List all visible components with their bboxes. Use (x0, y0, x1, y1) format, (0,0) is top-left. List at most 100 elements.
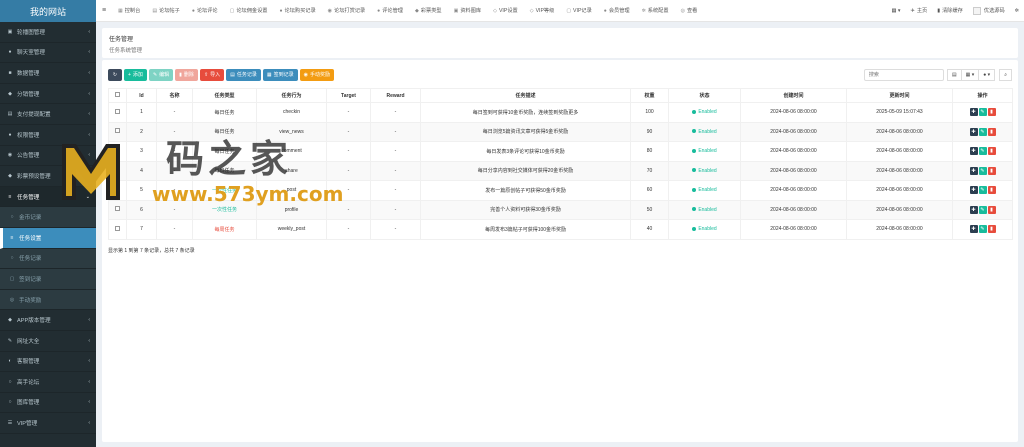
row-checkbox-cell[interactable] (108, 219, 127, 240)
nav-tab[interactable]: ● 论坛购买记录 (273, 0, 321, 22)
settings-icon[interactable]: ✲ (1010, 8, 1024, 14)
drag-handle-icon[interactable]: ✚ (969, 147, 978, 156)
row-delete-button[interactable]: ▮ (987, 225, 996, 234)
edit-button[interactable]: ✎ 编辑 (148, 68, 174, 81)
task-record-button[interactable]: ▤ 任务记录 (226, 68, 261, 81)
sidebar-item[interactable]: ○ 金币记录 (0, 207, 96, 228)
nav-tab[interactable]: ◎ 查看 (675, 0, 704, 22)
sidebar-item[interactable]: ▤ 支付提现配置 ‹ (0, 104, 96, 125)
nav-tab[interactable]: ▢ VIP记录 (560, 0, 597, 22)
sidebar-toggle-icon[interactable]: ≡ (96, 7, 112, 14)
status-badge[interactable]: Enabled (668, 180, 741, 201)
search-input[interactable] (863, 68, 944, 81)
status-badge[interactable]: Enabled (668, 199, 741, 220)
sidebar-item[interactable]: ○ 图库管理 ‹ (0, 393, 96, 414)
row-delete-button[interactable]: ▮ (987, 147, 996, 156)
status-badge[interactable]: Enabled (668, 102, 741, 123)
calendar-icon: ▦ (266, 71, 272, 78)
sidebar-item[interactable]: ◆ APP版本管理 ‹ (0, 310, 96, 331)
nav-tab[interactable]: ◇ VIP设置 (487, 0, 524, 22)
columns-icon: ▦ ▾ (965, 71, 975, 78)
sidebar-item[interactable]: ▣ 轮播图管理 ‹ (0, 22, 96, 43)
toggle-view-button[interactable]: ▤ (946, 68, 962, 81)
row-checkbox[interactable] (115, 206, 120, 212)
grid-menu-icon[interactable]: ▦ ▾ (887, 8, 906, 14)
sidebar-item[interactable]: ○ 高手论坛 ‹ (0, 372, 96, 393)
select-all-checkbox[interactable] (108, 88, 127, 103)
share-icon: ◆ (8, 90, 12, 97)
add-button[interactable]: + 添加 (124, 68, 147, 81)
sign-icon: ▢ (9, 275, 15, 282)
drag-handle-icon[interactable]: ✚ (969, 225, 978, 234)
row-checkbox[interactable] (115, 128, 120, 134)
status-badge[interactable]: Enabled (668, 121, 741, 142)
nav-tab[interactable]: ● 会员管理 (598, 0, 636, 22)
nav-tab[interactable]: ▦ 控制台 (112, 0, 146, 22)
import-button[interactable]: ⇪ 导入 (199, 68, 225, 81)
status-badge[interactable]: Enabled (668, 219, 741, 240)
home-icon: ✈ (910, 7, 915, 14)
delete-button[interactable]: ▮ 删除 (175, 68, 198, 81)
row-checkbox[interactable] (115, 108, 120, 114)
cell-type[interactable]: 每日任务 (192, 102, 257, 123)
brand[interactable]: 我的网站 (0, 0, 96, 22)
row-checkbox[interactable] (115, 225, 120, 231)
nav-tab[interactable]: ✲ 系统配置 (636, 0, 675, 22)
row-delete-button[interactable]: ▮ (987, 186, 996, 195)
row-delete-button[interactable]: ▮ (987, 205, 996, 214)
home-link[interactable]: ✈ 主页 (906, 7, 933, 15)
cell-name: - (156, 102, 193, 123)
drag-handle-icon[interactable]: ✚ (969, 205, 978, 214)
row-edit-button[interactable]: ✎ (978, 108, 987, 117)
drag-handle-icon[interactable]: ✚ (969, 186, 978, 195)
search-button[interactable]: ⌕ (999, 68, 1012, 81)
cell-type[interactable]: 每周任务 (192, 219, 257, 240)
drag-handle-icon[interactable]: ✚ (969, 108, 978, 117)
status-dot-icon (692, 168, 697, 173)
drag-handle-icon[interactable]: ✚ (969, 127, 978, 136)
cell-ops: ✚ ✎ ▮ (952, 121, 1013, 142)
sidebar-item[interactable]: ■ 数据管理 ‹ (0, 63, 96, 84)
user-menu[interactable]: 优选源码 (968, 6, 1010, 15)
sidebar-item[interactable]: ◆ 分销管理 ‹ (0, 84, 96, 105)
row-delete-button[interactable]: ▮ (987, 127, 996, 136)
row-delete-button[interactable]: ▮ (987, 108, 996, 117)
row-edit-button[interactable]: ✎ (978, 166, 987, 175)
status-badge[interactable]: Enabled (668, 160, 741, 181)
manual-reward-button[interactable]: ◉ 手动奖励 (299, 68, 335, 81)
sidebar-item[interactable]: ▢ 签到记录 (0, 269, 96, 290)
status-badge[interactable]: Enabled (668, 141, 741, 162)
watermark-url: www.573ym.com (152, 182, 344, 206)
nav-tab[interactable]: ◇ VIP等级 (524, 0, 561, 22)
cell-desc: 完善个人资料可获得30金币奖励 (420, 199, 631, 220)
nav-tab[interactable]: ● 论坛评论 (186, 0, 224, 22)
row-checkbox-cell[interactable] (108, 102, 127, 123)
row-edit-button[interactable]: ✎ (978, 225, 987, 234)
sidebar-item[interactable]: ◎ 手动奖励 (0, 289, 96, 311)
row-delete-button[interactable]: ▮ (987, 166, 996, 175)
sidebar-item[interactable]: ◐ 客服管理 ‹ (0, 352, 96, 373)
drag-handle-icon[interactable]: ✚ (969, 166, 978, 175)
nav-tab[interactable]: ◆ 彩票类型 (409, 0, 448, 22)
clear-cache-link[interactable]: ▮ 清除缓存 (932, 7, 968, 15)
row-edit-button[interactable]: ✎ (978, 147, 987, 156)
sign-record-button[interactable]: ▦ 签到记录 (262, 68, 298, 81)
columns-button[interactable]: ▦ ▾ (960, 68, 980, 81)
checkbox[interactable] (115, 92, 120, 97)
nav-tab[interactable]: ▢ 论坛佣金设置 (224, 0, 274, 22)
nav-tab[interactable]: ▤ 论坛帖子 (146, 0, 186, 22)
row-edit-button[interactable]: ✎ (978, 186, 987, 195)
row-edit-button[interactable]: ✎ (978, 127, 987, 136)
status-dot-icon (692, 148, 697, 153)
nav-tab[interactable]: ◉ 论坛打赏记录 (322, 0, 372, 22)
sidebar-item[interactable]: ≡ 任务设置 (0, 227, 96, 249)
export-button[interactable]: ● ▾ (978, 68, 996, 81)
row-edit-button[interactable]: ✎ (978, 205, 987, 214)
sidebar-item[interactable]: ● 聊天室管理 ‹ (0, 43, 96, 64)
nav-tab[interactable]: ● 评论管理 (371, 0, 409, 22)
sidebar-item[interactable]: ☰ VIP管理 ‹ (0, 413, 96, 434)
sidebar-item[interactable]: ✎ 网址大全 ‹ (0, 331, 96, 352)
refresh-button[interactable]: ↻ (108, 68, 122, 81)
sidebar-item[interactable]: ○ 任务记录 (0, 248, 96, 270)
nav-tab[interactable]: ▣ 资料图库 (448, 0, 488, 22)
